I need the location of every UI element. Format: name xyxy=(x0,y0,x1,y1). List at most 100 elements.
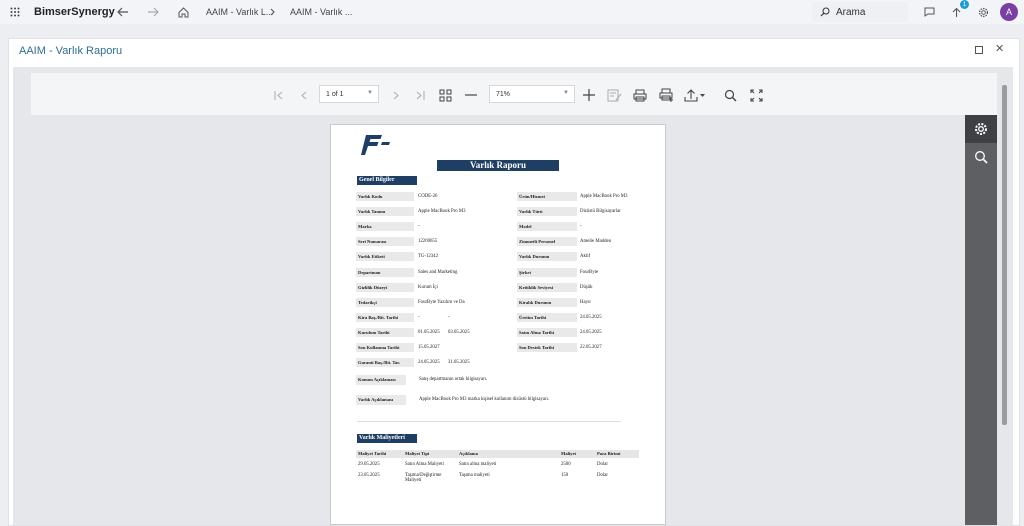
table-cell: Satın alma maliyeti xyxy=(459,462,497,467)
avatar[interactable]: A xyxy=(1000,3,1018,21)
field-value-end: - xyxy=(448,314,450,320)
search-box[interactable]: Arama xyxy=(812,2,908,22)
back-arrow-icon[interactable] xyxy=(116,0,130,24)
viewer-toolbar: 1 of 1 ▼ 71% ▼ xyxy=(31,73,997,115)
last-page-icon[interactable] xyxy=(413,87,427,103)
cost-heading: Varlık Maliyetleri xyxy=(357,434,417,443)
field-value: 24.05.2025 xyxy=(580,314,602,320)
field-value: Sales and Marketing xyxy=(418,269,458,275)
gear-icon[interactable] xyxy=(965,115,997,143)
field-value: Aktif xyxy=(580,254,591,260)
print-page-icon[interactable] xyxy=(657,87,675,103)
field-value: Düşük xyxy=(580,284,593,290)
fullscreen-icon[interactable] xyxy=(747,87,765,103)
table-header-cell: Para Birimi xyxy=(595,450,639,458)
general-info-heading: Genel Bilgiler xyxy=(357,176,417,185)
field-label: Tedarikçi xyxy=(356,297,414,307)
field-label: Model xyxy=(517,222,577,232)
search-icon[interactable] xyxy=(721,87,739,103)
chevron-down-icon: ▼ xyxy=(367,90,373,96)
table-cell: 29.05.2025 xyxy=(358,462,380,467)
chat-icon[interactable] xyxy=(922,0,936,24)
home-icon[interactable] xyxy=(176,0,190,24)
field-value: - xyxy=(580,224,582,230)
field-label: Marka xyxy=(356,222,414,232)
table-header-cell: Maliyet Tarihi xyxy=(356,450,403,458)
field-value: - xyxy=(418,224,420,230)
field-label: Satın Alma Tarihi xyxy=(517,327,577,337)
scrollbar-thumb[interactable] xyxy=(1002,85,1007,425)
forward-arrow-icon[interactable] xyxy=(146,0,160,24)
zoom-out-icon[interactable] xyxy=(463,87,479,103)
page-selector[interactable]: 1 of 1 ▼ xyxy=(319,85,379,103)
field-value: Apple MacBook Pro M3 xyxy=(580,194,628,199)
first-page-icon[interactable] xyxy=(271,87,285,103)
field-label: Seri Numarası xyxy=(356,237,414,247)
highlight-editing-icon[interactable] xyxy=(605,87,623,103)
table-cell: Satın Alma Maliyeti xyxy=(405,462,444,467)
field-value: Dizüstü Bilgisayarlar xyxy=(580,209,621,215)
table-header-cell: Açıklama xyxy=(457,450,559,458)
chevron-down-icon: ▼ xyxy=(563,90,569,96)
field-label: Üretim Tarihi xyxy=(517,312,577,322)
table-cell: 150 xyxy=(561,473,569,478)
field-value: 24.05.2025 xyxy=(580,329,602,335)
maximize-icon[interactable] xyxy=(975,46,983,54)
breadcrumb-item-2[interactable]: AAIM - Varlık ... xyxy=(290,0,352,24)
breadcrumb-item-1[interactable]: AAIM - Varlık L... xyxy=(206,0,273,24)
field-value: Hayır xyxy=(580,299,591,305)
field-value-end: 31.05.2025 xyxy=(448,360,470,366)
search-icon[interactable] xyxy=(965,146,997,168)
gear-icon[interactable] xyxy=(977,0,989,24)
next-page-icon[interactable] xyxy=(389,87,403,103)
report-window: AAIM - Varlık Raporu ✕ 1 of 1 ▼ 71% ▼ Va… xyxy=(8,38,1020,526)
field-label: Kira Baş./Bit. Tarihi xyxy=(356,312,414,322)
app-name[interactable]: BimserSynergy xyxy=(34,0,115,24)
field-label: Ürün/Hizmet xyxy=(517,192,577,201)
konum-label: Konum Açıklaması xyxy=(356,375,406,385)
varlik-aciklama-label: Varlık Açıklaması xyxy=(356,395,406,405)
viewer-side-panel xyxy=(965,115,997,525)
table-cell: Dolar xyxy=(597,462,608,467)
field-value: CODE-26 xyxy=(418,194,438,199)
field-label: Varlık Etiketi xyxy=(356,252,414,262)
export-icon[interactable] xyxy=(683,87,707,103)
field-value: 15.05.2027 xyxy=(418,345,440,350)
search-icon xyxy=(820,7,830,17)
field-label: Kurulum Tarihi xyxy=(356,327,414,337)
report-page: F Varlık Raporu Genel Bilgiler Varlık Ko… xyxy=(330,124,666,525)
field-label: Şirket xyxy=(517,267,577,277)
zoom-selector[interactable]: 71% ▼ xyxy=(489,85,575,103)
zoom-in-icon[interactable] xyxy=(581,87,597,103)
print-icon[interactable] xyxy=(631,87,649,103)
apps-grid-icon[interactable] xyxy=(8,0,22,24)
close-icon[interactable]: ✕ xyxy=(995,42,1004,55)
previous-page-icon[interactable] xyxy=(297,87,311,103)
varlik-aciklama-value: Apple MacBook Pro M3 marka kişisel kulla… xyxy=(419,397,550,402)
company-logo: F xyxy=(361,133,393,162)
field-label: Kiralık Durumu xyxy=(517,297,577,307)
field-value: TG-12342 xyxy=(418,254,438,260)
field-label: Varlık Kodu xyxy=(356,192,414,201)
table-cell: 23.05.2025 xyxy=(358,473,380,478)
multipage-icon[interactable] xyxy=(437,87,453,103)
field-label: Varlık Tanımı xyxy=(356,207,414,217)
field-label: Departman xyxy=(356,267,414,277)
field-value: Kurum İçi xyxy=(418,284,438,290)
field-label: Son Kullanma Tarihi xyxy=(356,343,414,352)
field-label: Garanti Baş./Bit. Tar. xyxy=(356,358,414,368)
report-title: Varlık Raporu xyxy=(437,160,559,171)
field-label: Kritiklik Seviyesi xyxy=(517,282,577,292)
search-placeholder: Arama xyxy=(836,6,866,18)
field-value: Apple MacBook Pro M3 xyxy=(418,209,466,215)
chevron-right-icon xyxy=(270,0,276,24)
field-value: 24.05.2025 xyxy=(418,360,440,366)
scrollbar[interactable] xyxy=(1001,73,1008,523)
field-value: 01.05.2025 xyxy=(418,329,440,335)
zoom-label: 71% xyxy=(496,90,511,98)
notification-badge: 1 xyxy=(960,0,969,9)
field-label: Zimmetli Personel xyxy=(517,237,577,247)
field-label: Gizlilik Düzeyi xyxy=(356,282,414,292)
field-label: Varlık Türü xyxy=(517,207,577,217)
field-value: - xyxy=(418,314,420,320)
